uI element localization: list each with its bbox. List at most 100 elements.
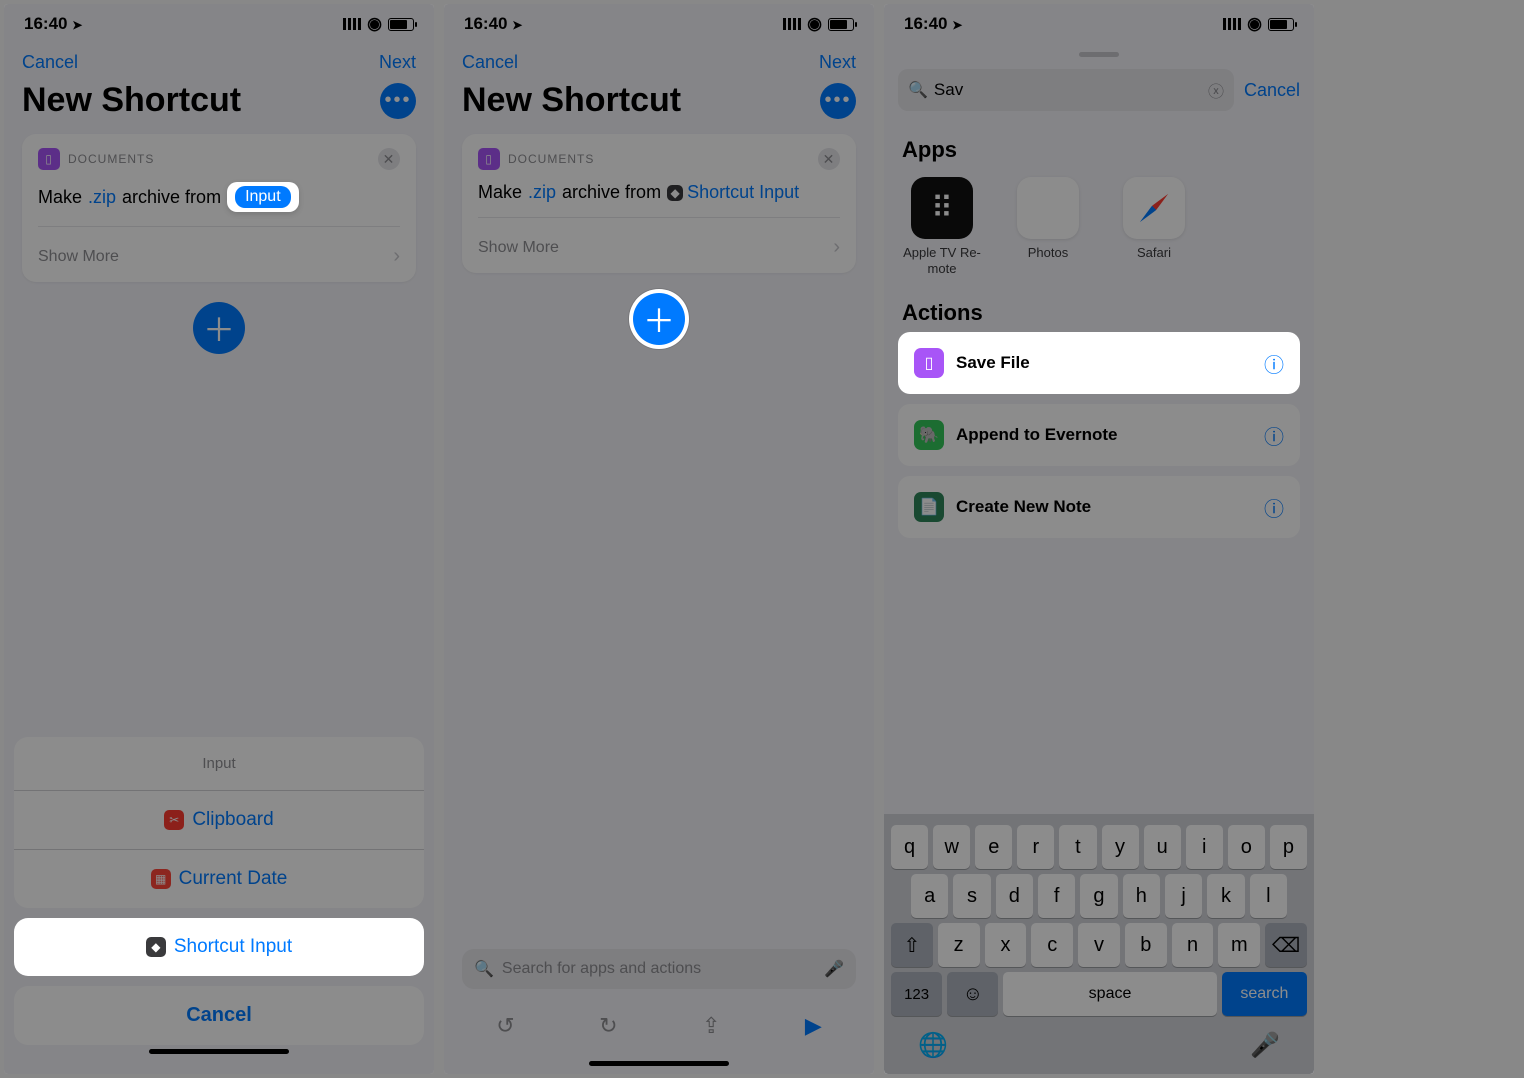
menu-clipboard[interactable]: ✂ Clipboard: [14, 790, 424, 849]
mic-icon[interactable]: 🎤: [824, 959, 844, 979]
play-button[interactable]: ▶: [805, 1013, 822, 1039]
nav-bar: Cancel Next: [444, 38, 874, 81]
screen-2-add-action: 16:40 ➤ ◉ Cancel Next New Shortcut ••• ▯…: [444, 4, 874, 1074]
key-emoji[interactable]: ☺: [947, 972, 998, 1016]
action-card-make-archive: ▯ DOCUMENTS ✕ Make .zip archive from Inp…: [22, 134, 416, 282]
key-p[interactable]: p: [1270, 825, 1307, 869]
page-title: New Shortcut: [22, 81, 241, 120]
apps-row: ⠿ Apple TV Re- mote Photos Safari: [884, 169, 1314, 286]
key-v[interactable]: v: [1078, 923, 1120, 967]
key-r[interactable]: r: [1017, 825, 1054, 869]
editor-toolbar: ↺ ↻ ⇪ ▶: [444, 999, 874, 1057]
more-button[interactable]: •••: [380, 83, 416, 119]
add-action-button[interactable]: ＋: [633, 293, 685, 345]
action-append-evernote[interactable]: 🐘 Append to Evernote ⓘ: [898, 404, 1300, 466]
key-j[interactable]: j: [1165, 874, 1202, 918]
key-q[interactable]: q: [891, 825, 928, 869]
signal-icon: [783, 18, 801, 30]
app-apple-tv-remote[interactable]: ⠿ Apple TV Re- mote: [902, 177, 982, 276]
info-button[interactable]: ⓘ: [1264, 421, 1284, 450]
key-n[interactable]: n: [1172, 923, 1214, 967]
info-button[interactable]: ⓘ: [1264, 493, 1284, 522]
app-safari[interactable]: Safari: [1114, 177, 1194, 276]
status-bar: 16:40 ➤ ◉: [884, 4, 1314, 38]
chevron-right-icon: ›: [393, 245, 400, 268]
battery-icon: [1268, 18, 1294, 31]
info-button[interactable]: ⓘ: [1264, 349, 1284, 378]
key-c[interactable]: c: [1031, 923, 1073, 967]
add-action-button[interactable]: ＋: [193, 302, 245, 354]
key-f[interactable]: f: [1038, 874, 1075, 918]
key-y[interactable]: y: [1102, 825, 1139, 869]
action-card-make-archive: ▯ DOCUMENTS ✕ Make .zip archive from ◆ S…: [462, 134, 856, 273]
globe-button[interactable]: 🌐: [918, 1031, 948, 1060]
grabber-icon[interactable]: [1079, 52, 1119, 57]
time-label: 16:40: [464, 14, 507, 33]
show-more-button[interactable]: Show More: [38, 248, 119, 266]
search-field-container[interactable]: 🔍 ⓧ: [898, 69, 1234, 111]
wifi-icon: ◉: [1247, 14, 1262, 34]
category-label: DOCUMENTS: [508, 152, 594, 166]
key-g[interactable]: g: [1080, 874, 1117, 918]
key-b[interactable]: b: [1125, 923, 1167, 967]
remove-action-button[interactable]: ✕: [818, 148, 840, 170]
key-z[interactable]: z: [938, 923, 980, 967]
clear-search-button[interactable]: ⓧ: [1208, 78, 1224, 102]
key-h[interactable]: h: [1123, 874, 1160, 918]
kb-icons-row: 🌐 🎤: [888, 1021, 1310, 1070]
kb-row-1: q w e r t y u i o p: [891, 825, 1307, 869]
search-placeholder: Search for apps and actions: [502, 960, 701, 978]
cancel-button[interactable]: Cancel: [22, 52, 78, 73]
key-o[interactable]: o: [1228, 825, 1265, 869]
location-icon: ➤: [952, 18, 962, 32]
key-t[interactable]: t: [1059, 825, 1096, 869]
zip-token[interactable]: .zip: [528, 182, 556, 203]
menu-current-date[interactable]: ▦ Current Date: [14, 849, 424, 908]
search-input[interactable]: [934, 80, 1202, 100]
more-button[interactable]: •••: [820, 83, 856, 119]
action-save-file[interactable]: ▯ Save File ⓘ: [898, 332, 1300, 394]
key-x[interactable]: x: [985, 923, 1027, 967]
key-backspace[interactable]: ⌫: [1265, 923, 1307, 967]
app-photos[interactable]: Photos: [1008, 177, 1088, 276]
documents-icon: ▯: [38, 148, 60, 170]
remove-action-button[interactable]: ✕: [378, 148, 400, 170]
key-i[interactable]: i: [1186, 825, 1223, 869]
title-row: New Shortcut •••: [4, 81, 434, 134]
key-search[interactable]: search: [1222, 972, 1307, 1016]
share-button[interactable]: ⇪: [702, 1013, 720, 1039]
key-d[interactable]: d: [996, 874, 1033, 918]
location-icon: ➤: [72, 18, 82, 32]
key-123[interactable]: 123: [891, 972, 942, 1016]
category-label: DOCUMENTS: [68, 152, 154, 166]
key-a[interactable]: a: [911, 874, 948, 918]
menu-cancel-button[interactable]: Cancel: [14, 986, 424, 1045]
photos-icon: [1017, 177, 1079, 239]
search-icon: 🔍: [908, 80, 928, 100]
menu-shortcut-input[interactable]: ◆ Shortcut Input: [14, 918, 424, 976]
cancel-search-button[interactable]: Cancel: [1244, 80, 1300, 101]
next-button[interactable]: Next: [819, 52, 856, 73]
key-s[interactable]: s: [953, 874, 990, 918]
key-m[interactable]: m: [1218, 923, 1260, 967]
key-shift[interactable]: ⇧: [891, 923, 933, 967]
search-bar[interactable]: 🔍 Search for apps and actions 🎤: [462, 949, 856, 989]
input-token[interactable]: Input: [235, 186, 291, 208]
key-e[interactable]: e: [975, 825, 1012, 869]
next-button[interactable]: Next: [379, 52, 416, 73]
action-create-new-note[interactable]: 📄 Create New Note ⓘ: [898, 476, 1300, 538]
zip-token[interactable]: .zip: [88, 187, 116, 208]
redo-button[interactable]: ↻: [599, 1013, 617, 1039]
key-l[interactable]: l: [1250, 874, 1287, 918]
show-more-button[interactable]: Show More: [478, 239, 559, 257]
undo-button[interactable]: ↺: [496, 1013, 514, 1039]
mic-button[interactable]: 🎤: [1250, 1031, 1280, 1060]
key-space[interactable]: space: [1003, 972, 1216, 1016]
shortcut-input-token[interactable]: Shortcut Input: [687, 182, 799, 203]
cancel-button[interactable]: Cancel: [462, 52, 518, 73]
battery-icon: [388, 18, 414, 31]
key-w[interactable]: w: [933, 825, 970, 869]
key-u[interactable]: u: [1144, 825, 1181, 869]
status-bar: 16:40 ➤ ◉: [444, 4, 874, 38]
key-k[interactable]: k: [1207, 874, 1244, 918]
